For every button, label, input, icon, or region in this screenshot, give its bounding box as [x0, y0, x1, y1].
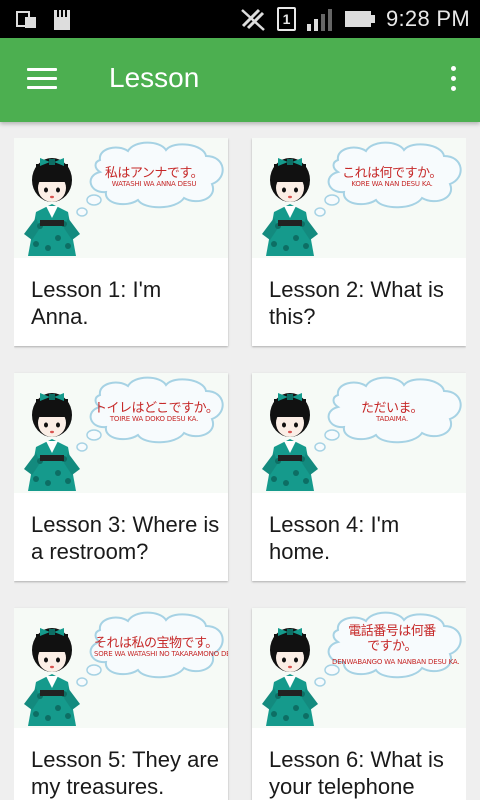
bubble-romaji-text: WATASHI WA ANNA DESU: [111, 180, 197, 188]
bubble-romaji-text: TOIRE WA DOKO DESU KA.: [109, 415, 199, 423]
geisha-doll-illustration: [24, 376, 224, 491]
bubble-japanese-text: 私はアンナです。: [104, 166, 204, 181]
kimono-doll: [24, 393, 80, 491]
status-right-icons: 1 9:28 PM: [239, 6, 470, 32]
sim-slot-badge: 1: [276, 7, 296, 31]
lesson-card-3[interactable]: トイレはどこですか。 TOIRE WA DOKO DESU KA. Lesson…: [14, 373, 228, 581]
geisha-doll-illustration: [262, 141, 462, 256]
lesson-title: Lesson 4: I'm home.: [269, 512, 400, 564]
lesson-title: Lesson 1: I'm Anna.: [31, 277, 162, 329]
kimono-doll: [24, 158, 80, 256]
page-title: Lesson: [109, 62, 200, 93]
geisha-doll-illustration: [24, 141, 224, 256]
bubble-romaji-text: DENWABANGO WA NANBAN DESU KA.: [332, 658, 460, 666]
status-bar: 1 9:28 PM: [0, 0, 480, 38]
screen-share-icon: [16, 11, 36, 28]
more-vert-icon[interactable]: [448, 66, 458, 94]
lesson-card-6[interactable]: 電話番号は何番ですか。 DENWABANGO WA NANBAN DESU KA…: [252, 608, 466, 800]
bubble-japanese-text: トイレはどこですか。: [94, 401, 219, 416]
lesson-thumbnail: ただいま。 TADAIMA.: [252, 373, 466, 493]
bubble-japanese-text: ただいま。: [361, 401, 423, 416]
lesson-thumbnail: これは何ですか。 KORE WA NAN DESU KA.: [252, 138, 466, 258]
bubble-japanese-text: それは私の宝物です。: [94, 636, 218, 651]
wifi-off-icon: [241, 8, 265, 31]
clock: 9:28 PM: [385, 6, 470, 31]
bubble-japanese-text: 電話番号は何番ですか。: [348, 624, 436, 654]
lesson-title: Lesson 3: Where is a restroom?: [31, 512, 220, 564]
kimono-doll: [24, 628, 80, 726]
geisha-doll-illustration: [24, 611, 224, 726]
lesson-card-2[interactable]: これは何ですか。 KORE WA NAN DESU KA. Lesson 2: …: [252, 138, 466, 346]
battery-icon: [344, 11, 375, 27]
lesson-thumbnail: トイレはどこですか。 TOIRE WA DOKO DESU KA.: [14, 373, 228, 493]
lesson-card-4[interactable]: ただいま。 TADAIMA. Lesson 4: I'm home.: [252, 373, 466, 581]
bubble-romaji-text: SORE WA WATASHI NO TAKARAMONO DESU: [94, 650, 228, 658]
geisha-doll-illustration: [262, 376, 462, 491]
status-left-icons: [16, 9, 72, 31]
lesson-card-1[interactable]: 私はアンナです。 WATASHI WA ANNA DESU Lesson 1: …: [14, 138, 228, 346]
lesson-card-5[interactable]: それは私の宝物です。 SORE WA WATASHI NO TAKARAMONO…: [14, 608, 228, 800]
menu-icon[interactable]: [27, 68, 57, 90]
kimono-doll: [262, 158, 318, 256]
lesson-title: Lesson 2: What is this?: [269, 277, 444, 329]
bubble-japanese-text: これは何ですか。: [342, 166, 442, 181]
lesson-title: Lesson 6: What is your telephone: [269, 747, 444, 799]
lesson-title: Lesson 5: They are my treasures.: [31, 747, 219, 799]
lesson-thumbnail: 私はアンナです。 WATASHI WA ANNA DESU: [14, 138, 228, 258]
app-bar: Lesson: [0, 38, 480, 122]
signal-icon: [306, 9, 332, 31]
lesson-grid: 私はアンナです。 WATASHI WA ANNA DESU Lesson 1: …: [14, 138, 466, 800]
kimono-doll: [262, 628, 318, 726]
bubble-romaji-text: KORE WA NAN DESU KA.: [351, 180, 433, 188]
kimono-doll: [262, 393, 318, 491]
lesson-thumbnail: 電話番号は何番ですか。 DENWABANGO WA NANBAN DESU KA…: [252, 608, 466, 728]
lesson-thumbnail: それは私の宝物です。 SORE WA WATASHI NO TAKARAMONO…: [14, 608, 228, 728]
sd-card-icon: [54, 10, 70, 30]
bubble-romaji-text: TADAIMA.: [376, 415, 408, 423]
